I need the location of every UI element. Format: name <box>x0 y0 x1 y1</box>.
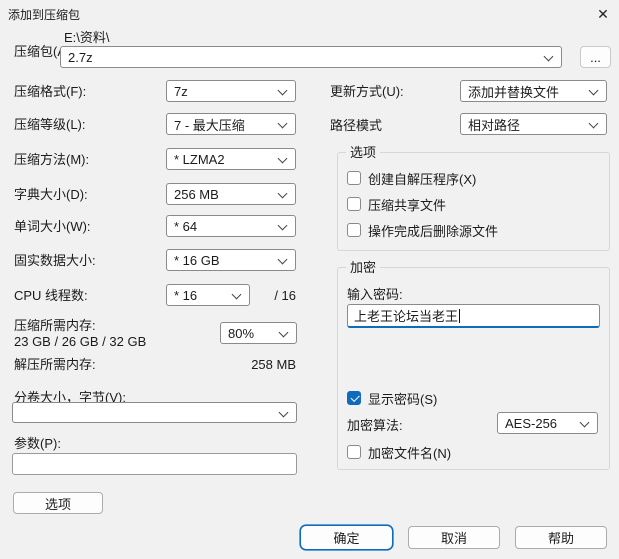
mem-decompress-value: 258 MB <box>251 357 296 372</box>
params-label: 参数(P): <box>14 436 61 451</box>
memory-usage-select[interactable]: 80% <box>220 322 297 344</box>
help-button-label: 帮助 <box>547 531 574 546</box>
mem-decompress-label: 解压所需内存: <box>14 357 96 372</box>
word-label: 单词大小(W): <box>14 219 91 234</box>
help-button[interactable]: 帮助 <box>515 526 607 549</box>
chevron-down-icon <box>277 188 288 199</box>
path-mode-label: 路径模式 <box>330 118 383 133</box>
cpu-threads-value: * 16 <box>174 287 198 303</box>
checkbox-compress-shared[interactable]: 压缩共享文件 <box>347 196 447 213</box>
chevron-down-icon <box>231 289 242 300</box>
checkbox-label: 显示密码(S) <box>368 391 438 407</box>
archive-name-combobox[interactable]: 2.7z <box>60 46 562 68</box>
cancel-button[interactable]: 取消 <box>408 526 500 549</box>
chevron-down-icon <box>579 417 590 428</box>
method-value: * LZMA2 <box>174 151 225 167</box>
checkbox-box[interactable] <box>347 445 361 459</box>
checkbox-box[interactable] <box>347 171 361 185</box>
format-value: 7z <box>174 83 188 99</box>
password-input[interactable]: 上老王论坛当老王 <box>347 304 600 328</box>
format-label: 压缩格式(F): <box>14 84 87 99</box>
dictionary-size-value: 256 MB <box>174 186 219 202</box>
checkbox-label: 创建自解压程序(X) <box>368 171 477 187</box>
checkbox-delete-after[interactable]: 操作完成后删除源文件 <box>347 222 499 239</box>
browse-button[interactable]: ... <box>580 46 611 68</box>
encryption-method-value: AES-256 <box>505 415 558 431</box>
checkbox-label: 操作完成后删除源文件 <box>368 223 499 239</box>
path-mode-select[interactable]: 相对路径 <box>460 113 607 135</box>
chevron-down-icon <box>543 51 554 62</box>
checkbox-box[interactable] <box>347 197 361 211</box>
parameters-input[interactable] <box>12 453 297 475</box>
password-value: 上老王论坛当老王 <box>354 309 459 324</box>
encryption-group-title: 加密 <box>346 260 381 275</box>
ok-button[interactable]: 确定 <box>301 526 392 549</box>
options-button[interactable]: 选项 <box>13 492 103 514</box>
close-button[interactable]: ✕ <box>592 4 614 24</box>
options-group-title: 选项 <box>346 145 381 160</box>
level-select[interactable]: 7 - 最大压缩 <box>166 113 296 135</box>
chevron-down-icon <box>277 254 288 265</box>
level-label: 压缩等级(L): <box>14 117 86 132</box>
split-volume-combobox[interactable] <box>12 402 297 423</box>
update-mode-value: 添加并替换文件 <box>468 84 560 100</box>
word-size-select[interactable]: * 64 <box>166 215 296 237</box>
chevron-down-icon <box>588 118 599 129</box>
archive-name-value: 2.7z <box>68 49 93 65</box>
password-label: 输入密码: <box>347 287 403 302</box>
update-mode-select[interactable]: 添加并替换文件 <box>460 80 607 102</box>
options-button-label: 选项 <box>44 496 71 512</box>
checkbox-label: 压缩共享文件 <box>368 197 447 213</box>
format-select[interactable]: 7z <box>166 80 296 102</box>
cancel-button-label: 取消 <box>440 531 467 546</box>
cpu-threads-select[interactable]: * 16 <box>166 284 250 306</box>
chevron-down-icon <box>278 407 289 418</box>
dictionary-size-select[interactable]: 256 MB <box>166 183 296 205</box>
checkbox-label: 加密文件名(N) <box>368 445 452 461</box>
chevron-down-icon <box>277 153 288 164</box>
close-icon: ✕ <box>597 5 609 22</box>
update-mode-label: 更新方式(U): <box>330 84 404 99</box>
level-value: 7 - 最大压缩 <box>174 117 245 133</box>
browse-ellipsis-icon: ... <box>590 49 601 65</box>
encryption-method-select[interactable]: AES-256 <box>497 412 598 434</box>
dict-label: 字典大小(D): <box>14 187 88 202</box>
solid-block-size-select[interactable]: * 16 GB <box>166 249 296 271</box>
chevron-down-icon <box>277 118 288 129</box>
word-size-value: * 64 <box>174 218 198 234</box>
chevron-down-icon <box>588 85 599 96</box>
ok-button-label: 确定 <box>333 531 360 546</box>
cpu-threads-max: / 16 <box>274 288 296 303</box>
solid-block-size-value: * 16 GB <box>174 252 220 268</box>
checkbox-box[interactable] <box>347 223 361 237</box>
memory-usage-value: 80% <box>228 325 255 341</box>
threads-label: CPU 线程数: <box>14 288 88 303</box>
checkbox-box[interactable] <box>347 391 361 405</box>
mem-compress-detail: 23 GB / 26 GB / 32 GB <box>14 334 147 349</box>
chevron-down-icon <box>278 327 289 338</box>
chevron-down-icon <box>277 85 288 96</box>
checkbox-show-password[interactable]: 显示密码(S) <box>347 390 438 407</box>
method-select[interactable]: * LZMA2 <box>166 148 296 170</box>
archive-path: E:\资料\ <box>64 30 110 45</box>
encryption-method-label: 加密算法: <box>347 418 403 433</box>
method-label: 压缩方法(M): <box>14 152 90 167</box>
checkbox-encrypt-filenames[interactable]: 加密文件名(N) <box>347 444 452 461</box>
chevron-down-icon <box>277 220 288 231</box>
text-caret <box>459 308 461 323</box>
path-mode-value: 相对路径 <box>468 117 521 133</box>
mem-compress-label: 压缩所需内存: <box>14 318 96 333</box>
checkbox-create-sfx[interactable]: 创建自解压程序(X) <box>347 170 477 187</box>
window-title: 添加到压缩包 <box>8 8 81 22</box>
solid-label: 固实数据大小: <box>14 253 96 268</box>
